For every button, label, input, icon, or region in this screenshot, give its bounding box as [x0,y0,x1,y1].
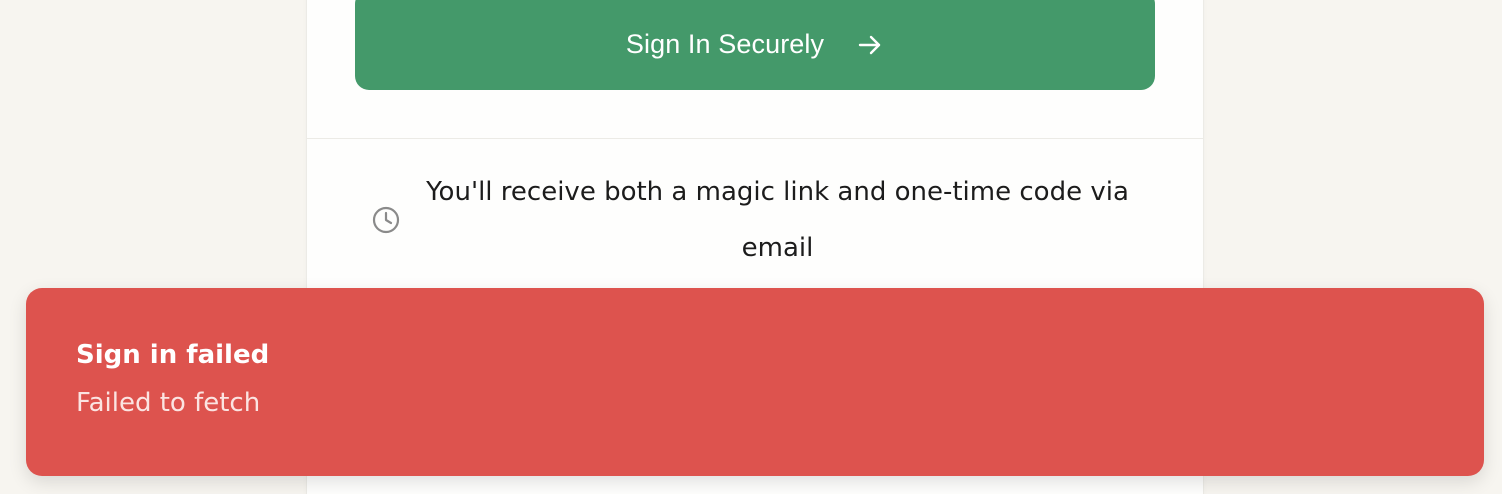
sign-in-securely-button[interactable]: Sign In Securely [355,0,1155,90]
arrow-right-icon [856,31,884,59]
toast-title: Sign in failed [76,340,270,370]
page: Sign In Securely You'll receive both a m… [0,0,1502,494]
toast-description: Failed to fetch [76,388,261,418]
sign-in-button-label: Sign In Securely [625,29,825,59]
magic-link-info-text: You'll receive both a magic link and one… [426,177,1129,263]
clock-icon [371,205,401,235]
error-toast[interactable]: Sign in failed Failed to fetch [26,288,1484,476]
card-divider [307,138,1203,139]
